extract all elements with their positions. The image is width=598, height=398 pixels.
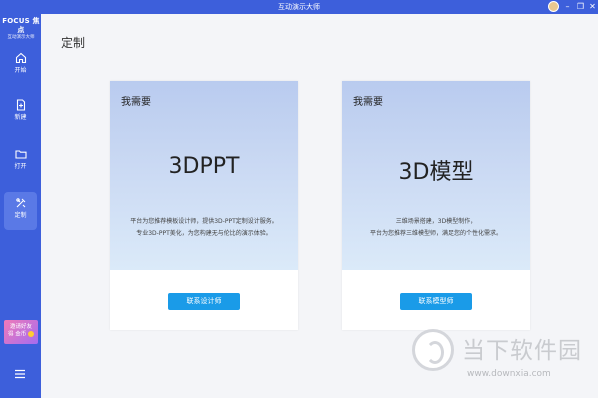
card-header-area: 我需要 3D模型 三维场景搭建，3D模型制作， 平台为您推荐三维模型师，满足您的…	[342, 81, 530, 270]
app-window: 互动演示大师 – ❐ ✕ FOCUS 焦点 互动演示大师 开始 新建 打开 定制…	[0, 0, 598, 398]
maximize-button[interactable]: ❐	[576, 2, 585, 12]
card-description: 平台为您推荐模板设计师，提供3D-PPT定制设计服务。 专业3D-PPT美化，为…	[118, 216, 290, 240]
card-desc-line1: 平台为您推荐模板设计师，提供3D-PPT定制设计服务。	[130, 218, 278, 225]
window-title: 互动演示大师	[278, 3, 320, 11]
folder-icon	[14, 150, 27, 159]
sidebar-item-label: 定制	[14, 212, 27, 219]
page-title: 定制	[61, 36, 86, 50]
contact-designer-button[interactable]: 联系设计师	[168, 293, 240, 310]
card-big-title: 3D模型	[398, 160, 474, 185]
hamburger-icon[interactable]	[13, 367, 27, 381]
watermark-logo-icon	[412, 329, 454, 371]
home-icon	[15, 52, 26, 64]
card-need-label: 我需要	[353, 97, 383, 108]
sidebar-item-label: 新建	[14, 114, 27, 121]
card-3dppt: 我需要 3DPPT 平台为您推荐模板设计师，提供3D-PPT定制设计服务。 专业…	[110, 81, 298, 330]
contact-modeler-button[interactable]: 联系模型师	[400, 293, 472, 310]
sidebar-item-open[interactable]: 打开	[4, 143, 37, 181]
customize-icon	[15, 198, 25, 208]
logo-text: FOCUS 焦点	[2, 17, 40, 34]
watermark-name: 当下软件园	[462, 338, 582, 364]
user-avatar[interactable]	[548, 1, 559, 12]
sidebar: FOCUS 焦点 互动演示大师 开始 新建 打开 定制 邀请好友 得 金币	[0, 14, 41, 398]
invite-line1: 邀请好友	[9, 324, 32, 330]
minimize-button[interactable]: –	[563, 2, 572, 12]
new-file-icon	[16, 99, 25, 111]
sidebar-item-label: 开始	[14, 67, 27, 74]
card-big-title: 3DPPT	[168, 154, 240, 179]
logo-subtitle: 互动演示大师	[7, 35, 35, 40]
sidebar-item-start[interactable]: 开始	[4, 47, 37, 85]
sidebar-item-customize[interactable]: 定制	[4, 192, 37, 230]
watermark-url: www.downxia.com	[467, 369, 551, 379]
card-description: 三维场景搭建，3D模型制作， 平台为您推荐三维模型师，满足您的个性化需求。	[350, 216, 522, 240]
card-3d-model: 我需要 3D模型 三维场景搭建，3D模型制作， 平台为您推荐三维模型师，满足您的…	[342, 81, 530, 330]
sidebar-item-label: 打开	[14, 163, 27, 170]
card-header-area: 我需要 3DPPT 平台为您推荐模板设计师，提供3D-PPT定制设计服务。 专业…	[110, 81, 298, 270]
card-desc-line2: 专业3D-PPT美化，为您构建无与伦比的演示体验。	[136, 230, 272, 237]
card-need-label: 我需要	[121, 97, 151, 108]
sidebar-item-new[interactable]: 新建	[4, 94, 37, 132]
invite-line2: 得	[7, 331, 14, 338]
card-desc-line2: 平台为您推荐三维模型师，满足您的个性化需求。	[369, 230, 502, 237]
invite-line3: 金币	[15, 331, 27, 338]
close-button[interactable]: ✕	[588, 2, 597, 12]
watermark: 当下软件园 www.downxia.com	[412, 327, 598, 398]
coin-icon	[28, 331, 35, 337]
app-logo: FOCUS 焦点 互动演示大师	[2, 17, 40, 41]
card-desc-line1: 三维场景搭建，3D模型制作，	[395, 218, 477, 225]
invite-friends-banner[interactable]: 邀请好友 得 金币	[4, 320, 38, 344]
title-bar: 互动演示大师 – ❐ ✕	[0, 0, 598, 14]
